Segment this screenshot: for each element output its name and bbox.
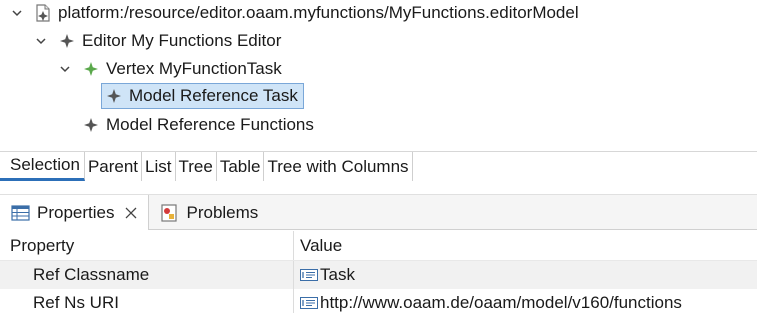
- table-row[interactable]: Ref Ns URI http://www.oaam.de/oaam/model…: [0, 289, 757, 313]
- editor-tab-bar: Selection Parent List Tree Table Tree wi…: [0, 151, 757, 181]
- tab-label: Selection: [10, 155, 80, 174]
- tab-label: Tree: [178, 156, 213, 176]
- property-value-cell[interactable]: Task: [300, 261, 355, 289]
- close-icon[interactable]: [124, 206, 138, 220]
- editor-star-icon: [58, 32, 76, 50]
- reference-star-icon: [105, 87, 123, 105]
- model-tree: platform:/resource/editor.oaam.myfunctio…: [0, 0, 757, 148]
- tree-label-editor: Editor My Functions Editor: [82, 31, 282, 50]
- table-row[interactable]: Ref Classname Task: [0, 261, 757, 289]
- property-name: Ref Classname: [33, 265, 150, 284]
- tab-tree-with-columns[interactable]: Tree with Columns: [264, 152, 413, 181]
- tree-row-vertex[interactable]: Vertex MyFunctionTask: [58, 56, 282, 82]
- tab-tree[interactable]: Tree: [176, 152, 217, 181]
- reference-star-icon: [82, 116, 100, 134]
- tree-label-ref-task: Model Reference Task: [129, 86, 298, 105]
- tree-row-root[interactable]: platform:/resource/editor.oaam.myfunctio…: [10, 0, 579, 26]
- text-value-icon: [300, 268, 318, 282]
- property-name: Ref Ns URI: [33, 293, 119, 312]
- table-header-row: Property Value: [0, 231, 757, 261]
- tree-label-root: platform:/resource/editor.oaam.myfunctio…: [58, 3, 579, 22]
- tab-table[interactable]: Table: [217, 152, 265, 181]
- column-header-property[interactable]: Property: [10, 231, 74, 260]
- text-value-icon: [300, 296, 318, 310]
- tree-row-editor[interactable]: Editor My Functions Editor: [34, 28, 281, 54]
- tab-problems[interactable]: Problems: [149, 195, 268, 230]
- tree-row-ref-functions[interactable]: Model Reference Functions: [82, 112, 314, 138]
- chevron-down-icon[interactable]: [58, 56, 72, 82]
- tab-label: Parent: [87, 156, 139, 176]
- property-value: Task: [320, 265, 355, 284]
- tab-list[interactable]: List: [142, 152, 176, 181]
- property-value: http://www.oaam.de/oaam/model/v160/funct…: [320, 293, 682, 312]
- column-divider[interactable]: [293, 231, 294, 260]
- chevron-down-icon[interactable]: [10, 0, 24, 26]
- property-value-cell[interactable]: http://www.oaam.de/oaam/model/v160/funct…: [300, 289, 682, 313]
- vertex-star-icon: [82, 60, 100, 78]
- tab-label: Problems: [186, 202, 259, 222]
- column-divider: [293, 289, 294, 313]
- chevron-down-icon[interactable]: [34, 28, 48, 54]
- model-file-icon: [34, 4, 52, 22]
- tree-row-ref-task[interactable]: Model Reference Task: [101, 83, 304, 109]
- tab-label: List: [145, 156, 172, 176]
- tree-label-ref-functions: Model Reference Functions: [106, 115, 314, 134]
- problems-icon: [159, 203, 179, 222]
- tab-label: Table: [219, 156, 261, 176]
- properties-table: Property Value Ref Classname Task Ref Ns…: [0, 231, 757, 313]
- selected-tree-item[interactable]: Model Reference Task: [101, 83, 304, 109]
- tab-parent[interactable]: Parent: [85, 152, 143, 181]
- properties-table-icon: [10, 204, 30, 222]
- tab-label: Properties: [37, 202, 115, 222]
- views-tab-bar: Properties Problems: [0, 194, 757, 230]
- tab-label: Tree with Columns: [267, 156, 409, 176]
- tab-selection[interactable]: Selection: [0, 152, 85, 181]
- tab-properties[interactable]: Properties: [0, 195, 150, 230]
- tree-label-vertex: Vertex MyFunctionTask: [106, 59, 282, 78]
- column-divider: [293, 261, 294, 289]
- column-header-value[interactable]: Value: [300, 231, 342, 260]
